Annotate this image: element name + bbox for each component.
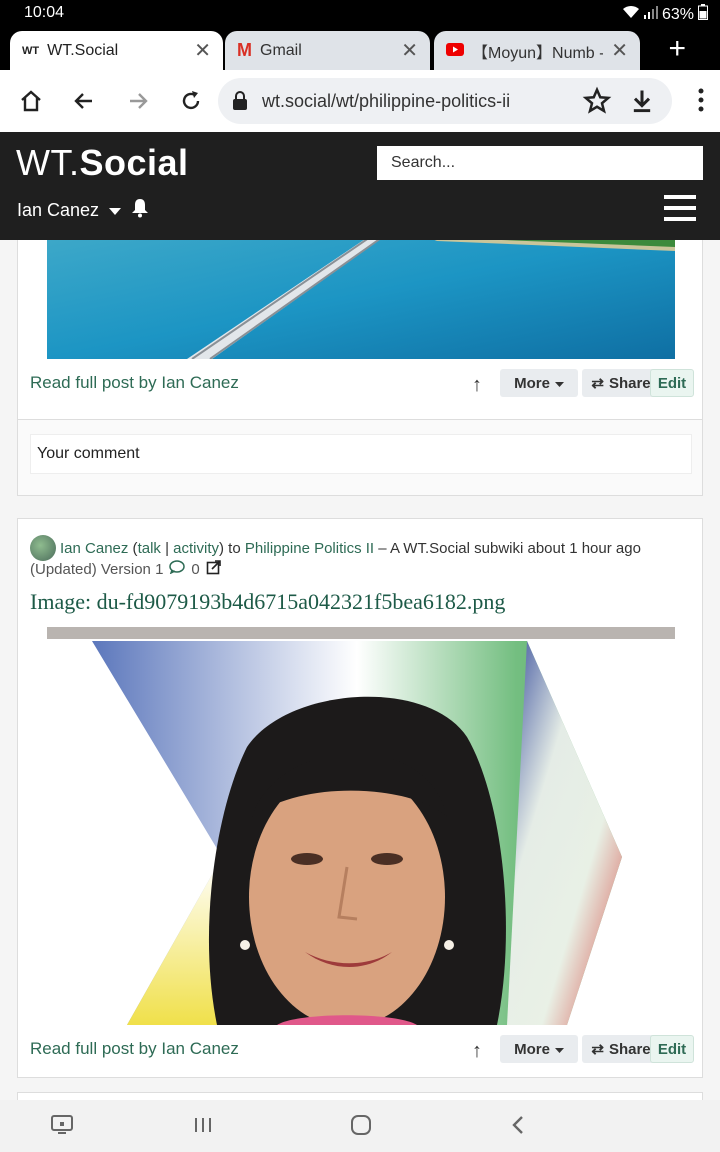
external-share-icon[interactable] — [206, 559, 222, 579]
comment-bubble-icon[interactable] — [169, 560, 186, 578]
more-button[interactable]: More — [500, 369, 578, 397]
share-button[interactable]: ⇄ Share — [582, 369, 660, 397]
edit-button[interactable]: Edit — [650, 1035, 694, 1063]
retweet-icon: ⇄ — [591, 375, 604, 392]
new-tab-icon[interactable]: + — [668, 32, 686, 66]
activity-link[interactable]: activity — [173, 540, 219, 557]
clock: 10:04 — [24, 4, 65, 21]
avatar[interactable] — [30, 535, 56, 561]
upvote-arrow-icon[interactable]: ↑ — [472, 371, 482, 399]
bookmark-star-icon[interactable] — [582, 86, 612, 121]
youtube-icon — [446, 42, 464, 59]
post-time: about 1 hour ago — [527, 539, 641, 557]
bell-icon[interactable] — [131, 198, 149, 223]
tab-strip: WT WT.Social ✕ M Gmail ✕ 【Moyun】Numb - L… — [0, 28, 720, 70]
feed: Read full post by Ian Canez ↑ More ⇄ Sha… — [0, 240, 720, 1100]
subwiki-link[interactable]: Philippine Politics II — [245, 540, 374, 557]
overflow-menu-icon[interactable] — [698, 88, 704, 117]
url-field[interactable]: wt.social/wt/philippine-politics-ii — [218, 78, 672, 124]
caret-down-icon — [554, 375, 564, 392]
url-text: wt.social/wt/philippine-politics-ii — [262, 91, 511, 111]
close-tab-icon[interactable]: ✕ — [401, 38, 418, 63]
post-meta: Ian Canez (talk | activity) to Philippin… — [30, 535, 641, 561]
address-bar: wt.social/wt/philippine-politics-ii — [0, 70, 720, 132]
post-card: Read full post by Ian Canez ↑ More ⇄ Sha… — [17, 240, 703, 420]
back-nav-icon[interactable] — [508, 1114, 530, 1141]
recent-apps-icon[interactable] — [192, 1114, 214, 1141]
comment-section: Your comment — [17, 420, 703, 496]
more-button[interactable]: More — [500, 1035, 578, 1063]
close-tab-icon[interactable]: ✕ — [611, 38, 628, 63]
home-icon[interactable] — [16, 86, 46, 116]
tab-label: 【Moyun】Numb - L — [472, 44, 603, 62]
screen-cast-icon[interactable] — [50, 1114, 74, 1141]
author-link[interactable]: Ian Canez — [60, 540, 128, 557]
reload-icon[interactable] — [176, 86, 206, 116]
tab-label: Gmail — [260, 41, 302, 59]
user-menu[interactable]: Ian Canez — [17, 198, 149, 223]
caret-down-icon — [109, 200, 122, 221]
read-full-post-link[interactable]: Read full post by Ian Canez — [30, 373, 239, 393]
user-name: Ian Canez — [17, 200, 100, 220]
home-nav-icon[interactable] — [350, 1114, 372, 1141]
post-card: Ian Canez (talk | activity) to Philippin… — [17, 518, 703, 1078]
comment-input[interactable]: Your comment — [30, 434, 692, 474]
post-version: (Updated) Version 1 0 — [30, 559, 222, 579]
upvote-arrow-icon[interactable]: ↑ — [472, 1037, 482, 1065]
wt-favicon: WT — [22, 44, 40, 57]
share-button[interactable]: ⇄ Share — [582, 1035, 660, 1063]
battery-icon — [698, 4, 708, 25]
download-icon[interactable] — [628, 86, 656, 121]
version-label: (Updated) Version 1 — [30, 560, 164, 578]
talk-link[interactable]: talk — [138, 540, 161, 557]
forward-icon[interactable] — [123, 86, 153, 116]
post-image-portrait[interactable] — [47, 627, 675, 1027]
status-bar: 10:04 63% — [0, 0, 720, 28]
tab-gmail[interactable]: M Gmail ✕ — [225, 31, 430, 70]
post-actions: Read full post by Ian Canez ↑ More ⇄ Sha… — [30, 1035, 694, 1065]
hamburger-menu-icon[interactable] — [664, 195, 696, 221]
post-image-bridge[interactable] — [47, 240, 675, 360]
lock-icon — [232, 91, 248, 116]
gmail-icon: M — [237, 40, 252, 60]
battery-percent: 63% — [661, 5, 694, 23]
caret-down-icon — [554, 1041, 564, 1058]
comment-count: 0 — [191, 560, 200, 578]
tab-youtube[interactable]: 【Moyun】Numb - L ✕ — [434, 31, 640, 70]
wt-social-logo[interactable]: WT.Social — [16, 142, 189, 184]
wifi-icon — [622, 5, 640, 24]
signal-icon — [643, 5, 658, 24]
edit-button[interactable]: Edit — [650, 369, 694, 397]
image-title-link[interactable]: Image: du-fd9079193b4d6715a042321f5bea61… — [30, 589, 505, 615]
system-nav-bar — [0, 1100, 720, 1152]
post-actions: Read full post by Ian Canez ↑ More ⇄ Sha… — [30, 369, 694, 399]
tab-label: WT.Social — [47, 41, 119, 59]
comment-section — [17, 1092, 703, 1100]
site-header: WT.Social Search... Ian Canez — [0, 132, 720, 240]
back-icon[interactable] — [69, 86, 99, 116]
search-input[interactable]: Search... — [377, 146, 703, 180]
close-tab-icon[interactable]: ✕ — [194, 38, 211, 63]
tab-wt-social[interactable]: WT WT.Social ✕ — [10, 31, 223, 70]
read-full-post-link[interactable]: Read full post by Ian Canez — [30, 1039, 239, 1059]
retweet-icon: ⇄ — [591, 1041, 604, 1058]
